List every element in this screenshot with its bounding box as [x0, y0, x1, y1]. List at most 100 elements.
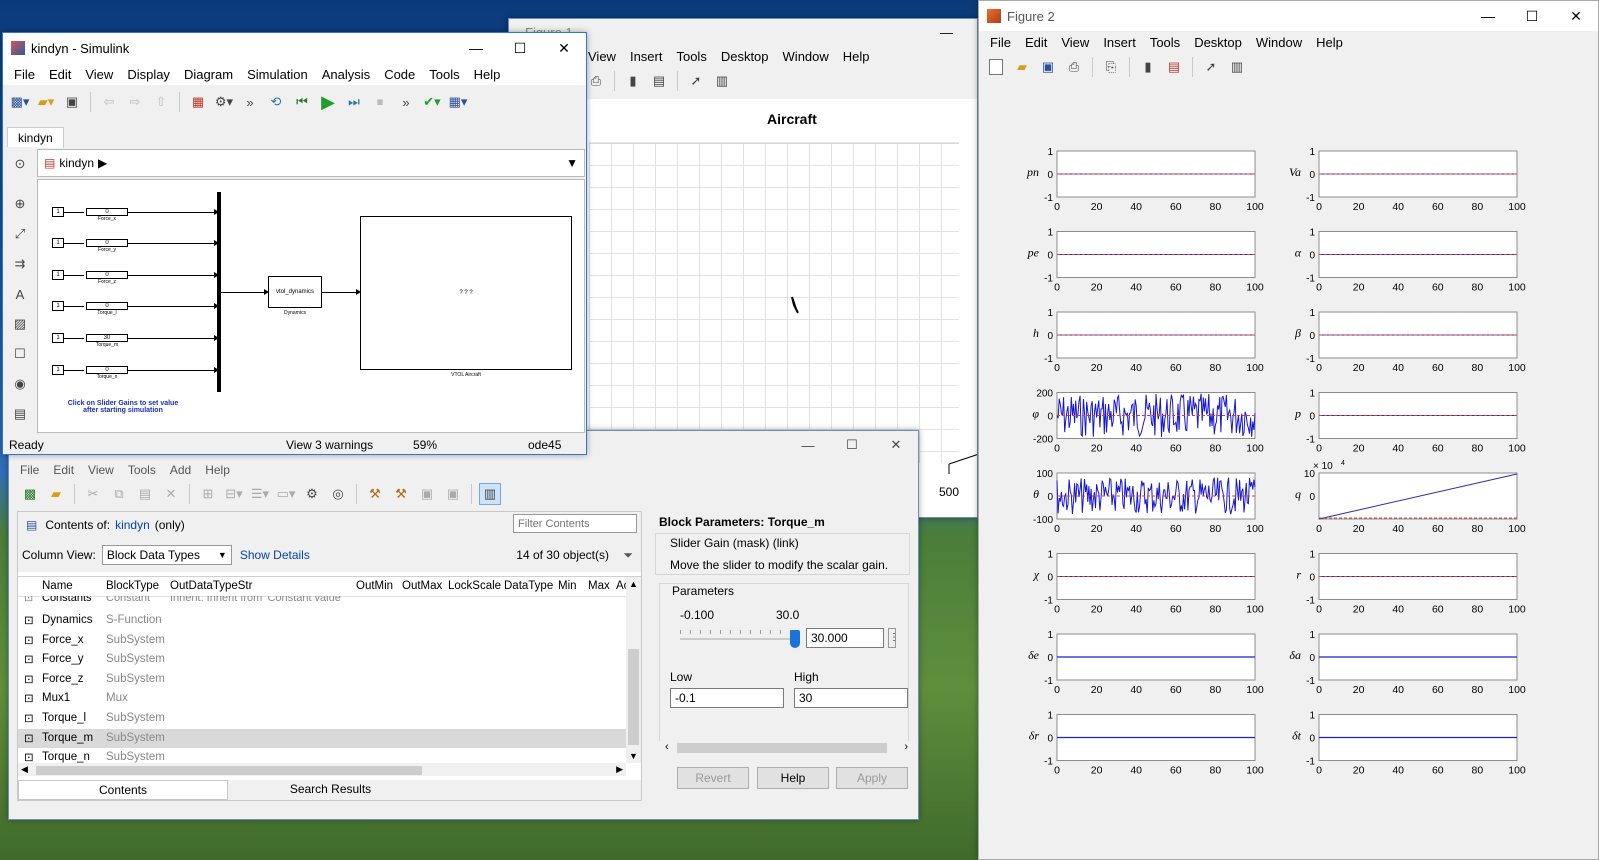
tool-icon[interactable]: ⚒ [390, 483, 412, 505]
column-header-min[interactable]: Min [558, 580, 577, 592]
print-icon[interactable]: ⎙ [585, 70, 607, 92]
menu-desktop[interactable]: Desktop [1187, 35, 1249, 50]
revert-button[interactable]: Revert [677, 767, 749, 789]
slider-gain-block[interactable]: 0 [86, 271, 128, 279]
pointer-icon[interactable]: ➚ [1200, 56, 1222, 78]
menu-insert[interactable]: Insert [1096, 35, 1143, 50]
more-icon[interactable]: » [395, 91, 417, 113]
menu-code[interactable]: Code [377, 67, 422, 82]
constant-block[interactable]: 1 [52, 333, 64, 343]
new-figure-icon[interactable] [985, 56, 1007, 78]
column-header-name[interactable]: Name [42, 580, 73, 592]
tool-icon[interactable]: ▣ [442, 483, 464, 505]
constant-block[interactable]: 1 [52, 238, 64, 248]
slider-gain-block[interactable]: 0 [86, 366, 128, 374]
apply-button[interactable]: Apply [836, 767, 908, 789]
maximize-icon[interactable]: ☐ [830, 431, 874, 459]
new-model-icon[interactable]: ▩▾ [9, 91, 31, 113]
table-row[interactable]: ⊡ Force_y SubSystem [18, 650, 626, 669]
table-row[interactable]: ⊡ Force_x SubSystem [18, 631, 626, 650]
figure2-window[interactable]: Figure 2 — ☐ ✕ File Edit View Insert Tools De… [978, 0, 1599, 860]
menu-view[interactable]: View [81, 463, 121, 477]
help-button[interactable]: Help [757, 767, 829, 789]
back-icon[interactable]: ⇦ [98, 91, 120, 113]
more-options-icon[interactable]: ⋮ [888, 628, 899, 648]
address-bar[interactable]: ▤ kindyn ▶ ▼ [37, 149, 585, 177]
more-icon[interactable]: » [239, 91, 261, 113]
scroll-right-icon[interactable]: ▶ [616, 764, 623, 775]
menu-diagram[interactable]: Diagram [177, 67, 240, 82]
legend-icon[interactable]: ▤ [648, 70, 670, 92]
menu-file[interactable]: File [7, 67, 42, 82]
constant-block[interactable]: 1 [52, 207, 64, 217]
low-value-field[interactable]: -0.1 [670, 688, 784, 708]
status-warnings[interactable]: View 3 warnings [286, 438, 373, 452]
menu-simulation[interactable]: Simulation [240, 67, 315, 82]
menu-tools[interactable]: Tools [121, 463, 163, 477]
pointer-icon[interactable]: ➚ [685, 70, 707, 92]
table-vscrollbar[interactable]: ▲ ▼ [626, 577, 641, 763]
model-explorer-window[interactable]: — ☐ ✕ File Edit View Tools Add Help ▩ ▰ ✂ ⧉ ▤… [8, 430, 919, 820]
up-icon[interactable]: ⇧ [150, 91, 172, 113]
camera-icon[interactable]: ◉ [9, 373, 31, 395]
check-icon[interactable]: ✔▾ [421, 91, 443, 113]
tab-contents[interactable]: Contents [18, 780, 228, 800]
menu-display[interactable]: Display [120, 67, 177, 82]
menu-analysis[interactable]: Analysis [315, 67, 377, 82]
property-editor-icon[interactable]: ▥ [711, 70, 733, 92]
step-back-icon[interactable]: ⏮ [291, 91, 313, 113]
scroll-left-icon[interactable]: ‹ [665, 741, 669, 753]
save-icon[interactable]: ▣ [1037, 56, 1059, 78]
property-editor-icon[interactable]: ▥ [1226, 56, 1248, 78]
menu-view[interactable]: View [1054, 35, 1096, 50]
menu-edit[interactable]: Edit [1018, 35, 1054, 50]
column-header-lockscale[interactable]: LockScale [448, 580, 501, 592]
hide-explorer-icon[interactable]: ⊙ [9, 153, 31, 175]
table-row[interactable]: ⊡ Mux1 Mux [18, 689, 626, 708]
chevron-down-icon[interactable]: ▼ [566, 156, 578, 170]
maximize-icon[interactable]: ☐ [498, 33, 542, 63]
new-model-icon[interactable]: ▩ [19, 483, 41, 505]
hierarchy-icon[interactable]: ☰▾ [249, 483, 271, 505]
columns-icon[interactable]: ⊟▾ [223, 483, 245, 505]
colorbar-icon[interactable]: ▮ [1137, 56, 1159, 78]
save-icon[interactable]: ▣ [61, 91, 83, 113]
table-row[interactable]: ⊡ Force_z SubSystem [18, 670, 626, 689]
figure2-titlebar[interactable]: Figure 2 — ☐ ✕ [979, 1, 1598, 31]
simulink-window[interactable]: kindyn - Simulink — ☐ ✕ File Edit View Disp… [2, 32, 587, 455]
tool-icon[interactable]: ▣ [416, 483, 438, 505]
menu-desktop[interactable]: Desktop [714, 49, 776, 64]
target-icon[interactable]: ◎ [327, 483, 349, 505]
menu-insert[interactable]: Insert [623, 49, 670, 64]
group-icon[interactable]: ▭▾ [275, 483, 297, 505]
library-browser-icon[interactable]: ▦ [187, 91, 209, 113]
legend-icon[interactable]: ▤ [1163, 56, 1185, 78]
simulink-titlebar[interactable]: kindyn - Simulink — ☐ ✕ [3, 33, 586, 63]
print-icon[interactable]: ⎙ [1063, 56, 1085, 78]
menu-file[interactable]: File [983, 35, 1018, 50]
table-row-partial[interactable]: ⊡ Constants Constant Inherit: Inherit fr… [18, 596, 628, 608]
column-header-outdatatypestr[interactable]: OutDataTypeStr [170, 580, 252, 592]
filter-icon[interactable]: ⏷ [623, 548, 633, 563]
paste-icon[interactable]: ▤ [134, 483, 156, 505]
menu-window[interactable]: Window [1249, 35, 1309, 50]
menu-help[interactable]: Help [836, 49, 877, 64]
cut-icon[interactable]: ✂ [82, 483, 104, 505]
scroll-left-icon[interactable]: ◀ [21, 764, 28, 775]
slider-thumb[interactable] [790, 630, 800, 648]
close-icon[interactable]: ✕ [1554, 1, 1598, 31]
link-plot-icon[interactable]: ⎘ [1100, 56, 1122, 78]
run-icon[interactable]: ▶ [317, 91, 339, 113]
scroll-thumb[interactable] [36, 766, 422, 775]
contents-link[interactable]: kindyn [115, 518, 150, 532]
scroll-right-icon[interactable]: › [904, 741, 908, 753]
column-header-outmin[interactable]: OutMin [356, 580, 393, 592]
layout-icon[interactable]: ⊞ [197, 483, 219, 505]
menu-window[interactable]: Window [776, 49, 836, 64]
column-header-blocktype[interactable]: BlockType [106, 580, 159, 592]
model-settings-icon[interactable]: ⚙▾ [213, 91, 235, 113]
vtol-aircraft-block[interactable]: ? ? ? [360, 216, 572, 370]
minimize-icon[interactable]: — [1466, 1, 1510, 31]
model-tab[interactable]: kindyn [7, 127, 64, 148]
menu-file[interactable]: File [13, 463, 46, 477]
